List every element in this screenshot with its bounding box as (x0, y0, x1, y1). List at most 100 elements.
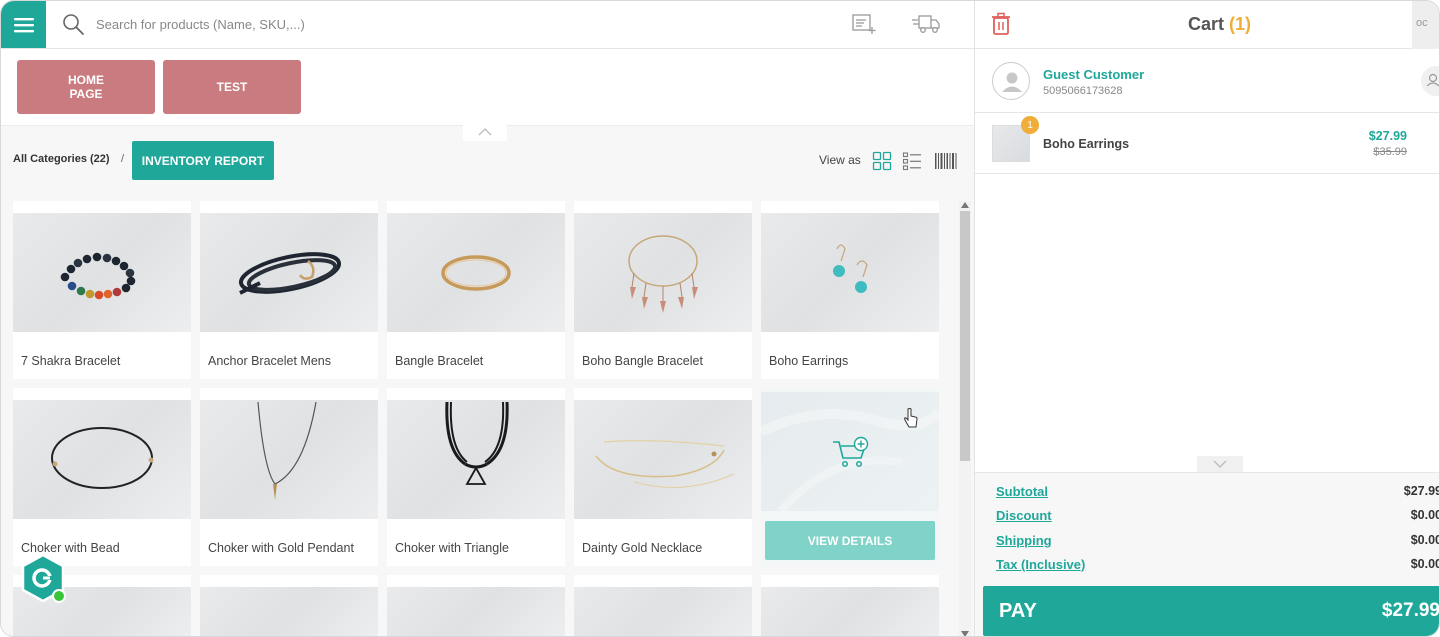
product-card[interactable] (387, 575, 565, 636)
product-card[interactable]: Bangle Bracelet (387, 201, 565, 379)
truck-icon[interactable] (911, 12, 941, 36)
product-card[interactable] (761, 575, 939, 636)
discount-row: Discount $0.00 (996, 508, 1440, 528)
customer-row[interactable]: Guest Customer 5095066173628 (975, 50, 1439, 113)
breadcrumb-separator: / (121, 153, 125, 165)
cart-line-item[interactable]: 1 Boho Earrings $27.99 $35.99 (975, 114, 1439, 174)
product-image (761, 213, 939, 332)
test-button[interactable]: TEST (163, 60, 301, 114)
barcode-icon[interactable] (934, 151, 958, 171)
product-name: Boho Bangle Bracelet (582, 354, 703, 368)
hamburger-icon (13, 17, 34, 32)
view-details-button[interactable]: VIEW DETAILS (765, 521, 935, 560)
product-image (13, 213, 191, 332)
product-card[interactable]: Anchor Bracelet Mens (200, 201, 378, 379)
search-icon (63, 14, 84, 35)
customer-name[interactable]: Guest Customer (1043, 67, 1144, 82)
shipping-value: $0.00 (1410, 533, 1440, 547)
product-image (387, 213, 565, 332)
product-image (387, 400, 565, 519)
product-card[interactable]: 7 Shakra Bracelet (13, 201, 191, 379)
cart-title: Cart (1) (1188, 14, 1251, 35)
side-tab-label: oc (1416, 17, 1428, 29)
test-label: TEST (216, 80, 248, 94)
menu-button[interactable] (1, 1, 46, 48)
list-view-icon[interactable] (902, 151, 922, 171)
home-page-button[interactable]: HOME PAGE (17, 60, 155, 114)
customer-edit-button[interactable] (1421, 66, 1439, 96)
product-name: Choker with Gold Pendant (208, 541, 354, 555)
shipping-label[interactable]: Shipping (996, 533, 1052, 548)
product-image (200, 587, 378, 636)
pointer-cursor-icon (904, 408, 918, 428)
inventory-report-label: INVENTORY REPORT (141, 153, 265, 168)
discount-label[interactable]: Discount (996, 508, 1052, 523)
grid-view-icon[interactable] (872, 151, 892, 171)
receipt-add-icon[interactable] (851, 12, 877, 36)
app-logo-icon (21, 553, 66, 603)
cart-item-original-price: $35.99 (1373, 146, 1407, 158)
chevron-up-icon (478, 128, 492, 136)
side-tab[interactable]: oc (1412, 1, 1439, 49)
scroll-up-icon[interactable] (961, 202, 969, 208)
app-launcher-button[interactable] (19, 553, 67, 605)
subtotal-row: Subtotal $27.99 (996, 484, 1439, 504)
user-edit-icon (1426, 73, 1439, 87)
product-card[interactable]: Boho Earrings (761, 201, 939, 379)
product-card[interactable]: Choker with Bead (13, 388, 191, 566)
pay-amount: $27.99 (1381, 600, 1440, 621)
cart-header: Cart (1) oc (975, 1, 1439, 49)
discount-value: $0.00 (1410, 508, 1440, 522)
product-card-hovered[interactable]: VIEW DETAILS (761, 388, 939, 566)
trash-icon[interactable] (991, 12, 1011, 36)
product-card[interactable]: Dainty Gold Necklace (574, 388, 752, 566)
collapse-quick-buttons[interactable] (463, 125, 507, 141)
product-card[interactable]: Boho Bangle Bracelet (574, 201, 752, 379)
view-details-label: VIEW DETAILS (807, 533, 893, 548)
product-name: Boho Earrings (769, 354, 849, 368)
cart-item-name: Boho Earrings (1043, 137, 1130, 151)
pay-button[interactable]: PAY $27.99 (983, 586, 1440, 636)
home-page-label: HOME PAGE (68, 73, 104, 101)
product-image (574, 213, 752, 332)
tax-row: Tax (Inclusive) $0.00 (996, 557, 1440, 577)
scroll-down-icon[interactable] (961, 631, 969, 637)
product-card[interactable]: Choker with Gold Pendant (200, 388, 378, 566)
product-grid: 7 Shakra Bracelet Anchor Bracelet Mens B… (13, 201, 940, 636)
product-card[interactable] (574, 575, 752, 636)
totals-collapse-tab[interactable] (1197, 456, 1243, 472)
product-card[interactable]: Choker with Triangle (387, 388, 565, 566)
pos-window: HOME PAGE TEST All Categories (22) / INV… (0, 0, 1440, 637)
product-name: Bangle Bracelet (395, 354, 484, 368)
cart-count: (1) (1229, 14, 1252, 34)
view-as-label: View as (819, 153, 861, 167)
tax-label[interactable]: Tax (Inclusive) (996, 557, 1085, 572)
cart-item-price: $27.99 (1368, 129, 1407, 143)
user-icon (1002, 72, 1022, 92)
quantity-badge: 1 (1021, 116, 1039, 134)
scroll-thumb[interactable] (960, 211, 970, 461)
search-input[interactable] (96, 14, 696, 34)
product-image (761, 587, 939, 636)
cart-plus-icon[interactable] (831, 436, 871, 470)
subtotal-label[interactable]: Subtotal (996, 484, 1048, 499)
avatar (992, 62, 1030, 100)
product-panel: HOME PAGE TEST All Categories (22) / INV… (1, 1, 974, 637)
cart-title-text: Cart (1188, 14, 1225, 34)
top-bar (1, 1, 974, 49)
inventory-report-button[interactable]: INVENTORY REPORT (132, 141, 274, 180)
breadcrumb-all-categories[interactable]: All Categories (22) (13, 153, 110, 165)
product-name: Dainty Gold Necklace (582, 541, 703, 555)
pay-label: PAY (999, 600, 1037, 622)
product-image (200, 213, 378, 332)
product-name: Anchor Bracelet Mens (208, 354, 331, 368)
product-card[interactable] (200, 575, 378, 636)
product-image (574, 400, 752, 519)
product-scrollbar[interactable] (959, 201, 971, 637)
chevron-down-icon (1213, 460, 1227, 468)
product-image (574, 587, 752, 636)
tax-value: $0.00 (1410, 557, 1440, 571)
cart-panel: Cart (1) oc Guest Customer 5095066173628 (974, 1, 1440, 636)
quantity-value: 1 (1027, 119, 1033, 131)
category-bar: All Categories (22) / INVENTORY REPORT V… (1, 141, 974, 181)
